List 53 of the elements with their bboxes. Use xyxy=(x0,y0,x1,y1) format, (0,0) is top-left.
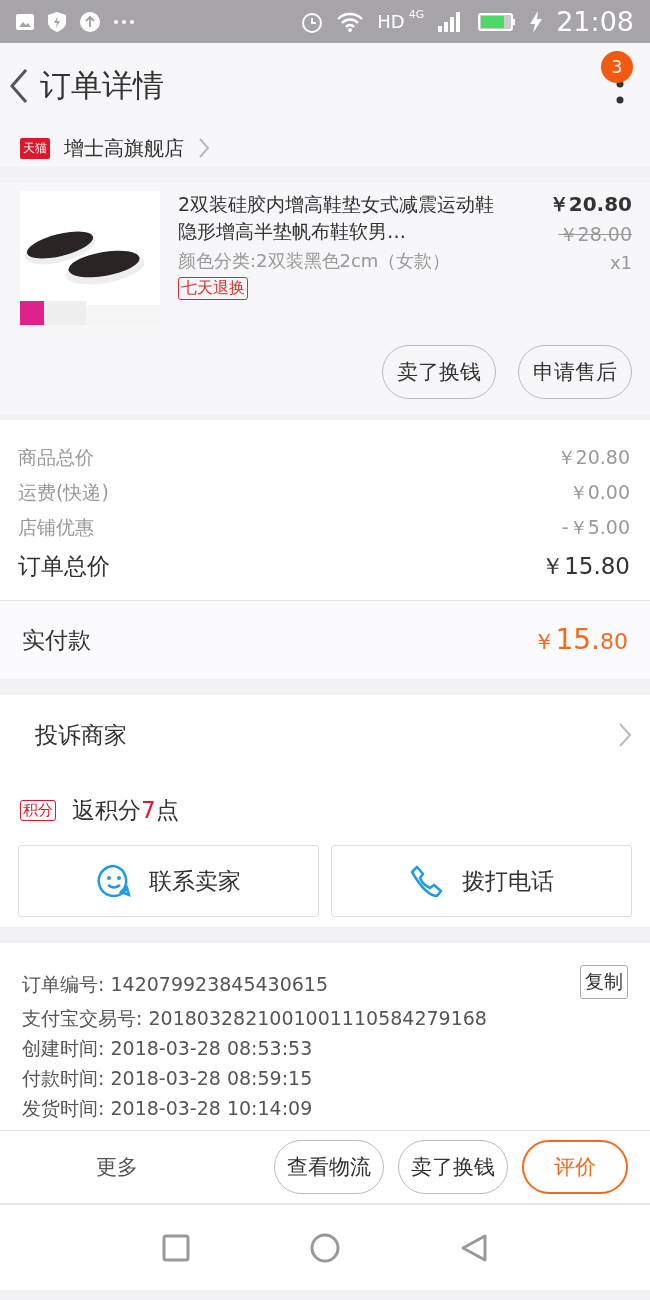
recents-icon[interactable] xyxy=(162,1233,190,1262)
order-info-line: 创建时间: 2018-03-28 08:53:53 xyxy=(22,1036,313,1061)
action-button[interactable]: 查看物流 xyxy=(274,1140,384,1194)
paid-label: 实付款 xyxy=(22,625,91,655)
order-info-line: 支付宝交易号: 2018032821001001110584279168 xyxy=(22,1006,487,1031)
product-price: ￥20.80 xyxy=(548,191,632,218)
price-label: 店铺优惠 xyxy=(18,514,94,540)
price-value: ￥0.00 xyxy=(568,479,630,505)
copy-button[interactable]: 复制 xyxy=(580,965,628,999)
price-value: ￥15.80 xyxy=(541,551,630,581)
price-label: 商品总价 xyxy=(18,444,94,470)
more-icon xyxy=(114,19,134,24)
points-text: 返积分7点 xyxy=(72,795,179,825)
alarm-icon xyxy=(301,10,324,33)
return-tag: 七天退换 xyxy=(178,277,248,300)
price-label: 运费(快递) xyxy=(18,479,109,505)
order-info-line: 付款时间: 2018-03-28 08:59:15 xyxy=(22,1066,313,1091)
product-title[interactable]: 2双装硅胶内增高鞋垫女式减震运动鞋隐形增高半垫帆布鞋软男… xyxy=(178,191,496,245)
store-logo: 天猫 xyxy=(20,137,50,159)
image-icon xyxy=(16,13,34,30)
order-info-line: 订单编号: 142079923845430615 xyxy=(22,972,329,997)
clock: 21:08 xyxy=(556,6,634,37)
product-variant: 颜色分类:2双装黑色2cm（女款） xyxy=(178,249,452,273)
home-icon[interactable] xyxy=(310,1232,340,1263)
hd-label: HD xyxy=(377,11,405,32)
more-link[interactable]: 更多 xyxy=(96,1153,138,1181)
chat-face-icon xyxy=(96,864,131,898)
wifi-icon xyxy=(337,11,364,32)
action-button[interactable]: 卖了换钱 xyxy=(398,1140,508,1194)
contact-button[interactable]: 联系卖家 xyxy=(18,845,319,917)
network-label: 4G xyxy=(408,8,425,21)
upload-icon xyxy=(80,11,100,32)
quantity: x1 xyxy=(609,252,632,273)
battery-icon xyxy=(478,12,517,31)
chevron-right-icon[interactable] xyxy=(198,137,210,159)
back-icon[interactable] xyxy=(8,68,30,104)
points-badge: 积分 xyxy=(20,799,56,821)
chevron-right-icon xyxy=(618,722,632,748)
charging-icon xyxy=(530,10,543,33)
paid-amount: ￥15.80 xyxy=(533,623,628,657)
complaint-label: 投诉商家 xyxy=(35,720,127,750)
phone-icon xyxy=(409,864,444,898)
contact-button[interactable]: 拨打电话 xyxy=(331,845,632,917)
store-name[interactable]: 增士高旗舰店 xyxy=(64,134,184,162)
order-info-line: 发货时间: 2018-03-28 10:14:09 xyxy=(22,1096,313,1121)
price-value: ￥20.80 xyxy=(556,444,630,470)
complaint-row[interactable]: 投诉商家 xyxy=(0,695,650,775)
price-value: -￥5.00 xyxy=(561,514,630,540)
notification-badge: 3 xyxy=(601,51,633,83)
original-price: ￥28.00 xyxy=(558,222,632,247)
page-title: 订单详情 xyxy=(40,66,164,105)
price-label: 订单总价 xyxy=(18,551,110,581)
shield-icon xyxy=(48,11,66,32)
